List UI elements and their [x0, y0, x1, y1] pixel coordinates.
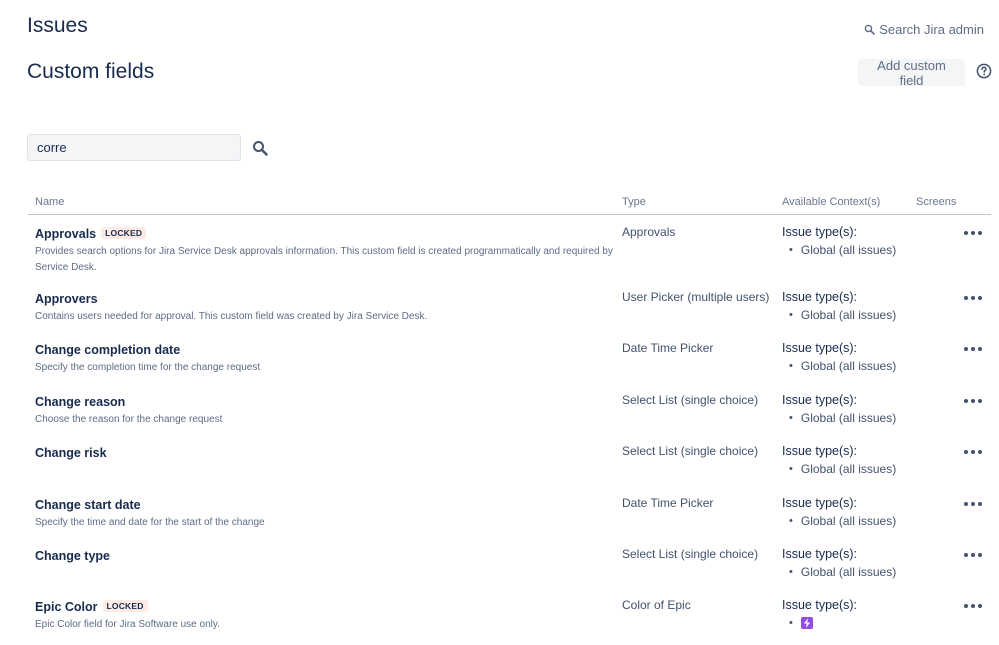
field-name: Change risk: [35, 446, 107, 461]
field-description: Choose the reason for the change request: [35, 413, 223, 425]
field-name: Epic Color: [35, 600, 98, 615]
field-type: Select List (single choice): [622, 546, 759, 561]
locked-lozenge: LOCKED: [101, 227, 147, 239]
context-value: Global (all issues): [789, 359, 896, 373]
more-actions-button[interactable]: [964, 343, 982, 355]
context-label: Issue type(s):: [782, 546, 858, 561]
field-description: Specify the completion time for the chan…: [35, 362, 261, 374]
field-type: Approvals: [622, 225, 676, 239]
field-type: Date Time Picker: [622, 495, 714, 510]
context-label: Issue type(s):: [782, 444, 858, 459]
more-actions-button[interactable]: [964, 227, 982, 239]
context-value: [789, 616, 857, 630]
custom-field-search-input[interactable]: [27, 134, 241, 161]
table-row: Approvals LOCKED Provides search options …: [28, 215, 991, 280]
context-value: Global (all issues): [789, 308, 896, 322]
search-jira-admin-link[interactable]: Search Jira admin: [864, 22, 984, 37]
table-row: Change reason Choose the reason for the …: [28, 383, 991, 434]
table-row: Change type Select List (single choice) …: [28, 537, 991, 588]
more-actions-button[interactable]: [964, 395, 982, 407]
field-context: Issue type(s): Global (all issues): [782, 393, 896, 425]
more-actions-button[interactable]: [964, 549, 982, 561]
column-header-screens: Screens: [916, 196, 957, 208]
field-name-cell: Change risk: [35, 444, 615, 463]
field-name-cell: Epic Color LOCKED Epic Color field for Ji…: [35, 598, 615, 633]
table-row: Change completion date Specify the compl…: [28, 331, 991, 382]
more-actions-button[interactable]: [964, 498, 982, 510]
field-name-cell: Change completion date Specify the compl…: [35, 341, 615, 376]
epic-icon: [800, 617, 813, 630]
page-title: Custom fields: [27, 60, 155, 83]
field-name: Change completion date: [35, 343, 181, 358]
context-label: Issue type(s):: [782, 495, 858, 510]
field-name-cell: Change start date Specify the time and d…: [35, 496, 615, 531]
field-description: Epic Color field for Jira Software use o…: [35, 619, 220, 631]
field-description: Contains users needed for approval. This…: [35, 311, 428, 322]
context-value: Global (all issues): [789, 243, 896, 257]
column-header-type: Type: [622, 196, 646, 208]
context-label: Issue type(s):: [782, 290, 858, 304]
field-context: Issue type(s): Global (all issues): [782, 290, 896, 322]
field-description: Specify the time and date for the start …: [35, 516, 265, 528]
section-title: Issues: [27, 14, 88, 37]
more-actions-button[interactable]: [964, 600, 982, 612]
field-name-cell: Change reason Choose the reason for the …: [35, 393, 615, 428]
context-label: Issue type(s):: [782, 341, 858, 356]
table-row: Change risk Select List (single choice) …: [28, 434, 991, 485]
context-label: Issue type(s):: [782, 225, 858, 239]
field-type: Select List (single choice): [622, 444, 759, 459]
search-icon: [864, 24, 876, 35]
table-row: Approvers Contains users needed for appr…: [28, 280, 991, 331]
column-header-contexts: Available Context(s): [782, 196, 881, 208]
more-actions-button[interactable]: [964, 292, 982, 304]
field-description: Provides search options for Jira Service…: [35, 246, 613, 273]
field-name-cell: Approvers Contains users needed for appr…: [35, 290, 615, 325]
search-jira-admin-label: Search Jira admin: [879, 22, 984, 37]
locked-lozenge: LOCKED: [102, 600, 148, 613]
context-label: Issue type(s):: [782, 392, 858, 407]
field-context: Issue type(s): Global (all issues): [782, 496, 896, 528]
field-type: Date Time Picker: [622, 341, 714, 356]
field-name: Approvals: [35, 227, 97, 241]
context-value: Global (all issues): [789, 565, 896, 579]
field-type: User Picker (multiple users): [622, 290, 770, 304]
help-icon[interactable]: [976, 63, 992, 79]
context-value: Global (all issues): [789, 514, 896, 528]
field-context: Issue type(s): Global (all issues): [782, 341, 896, 373]
table-row: Epic Color LOCKED Epic Color field for Ji…: [28, 588, 991, 639]
custom-fields-table: Name Type Available Context(s) Screens A…: [28, 191, 991, 640]
field-context: Issue type(s): Global (all issues): [782, 225, 896, 257]
column-header-name: Name: [35, 196, 65, 208]
field-type: Color of Epic: [622, 598, 691, 613]
field-name-cell: Change type: [35, 547, 615, 566]
field-name: Change type: [35, 548, 111, 563]
search-icon[interactable]: [252, 140, 268, 156]
add-custom-field-button[interactable]: Add custom field: [858, 58, 965, 88]
field-name: Change reason: [35, 394, 126, 409]
table-header: Name Type Available Context(s) Screens: [28, 191, 991, 215]
field-context: Issue type(s):: [782, 598, 858, 630]
more-actions-button[interactable]: [964, 446, 982, 458]
field-name: Approvers: [35, 292, 98, 306]
field-type: Select List (single choice): [622, 392, 759, 407]
field-context: Issue type(s): Global (all issues): [782, 547, 896, 579]
context-value: Global (all issues): [789, 462, 896, 476]
context-label: Issue type(s):: [782, 598, 858, 613]
field-name-cell: Approvals LOCKED Provides search options …: [35, 225, 615, 276]
field-name: Change start date: [35, 497, 141, 512]
context-value: Global (all issues): [789, 411, 896, 425]
table-row: Change start date Specify the time and d…: [28, 486, 991, 537]
field-context: Issue type(s): Global (all issues): [782, 444, 896, 476]
